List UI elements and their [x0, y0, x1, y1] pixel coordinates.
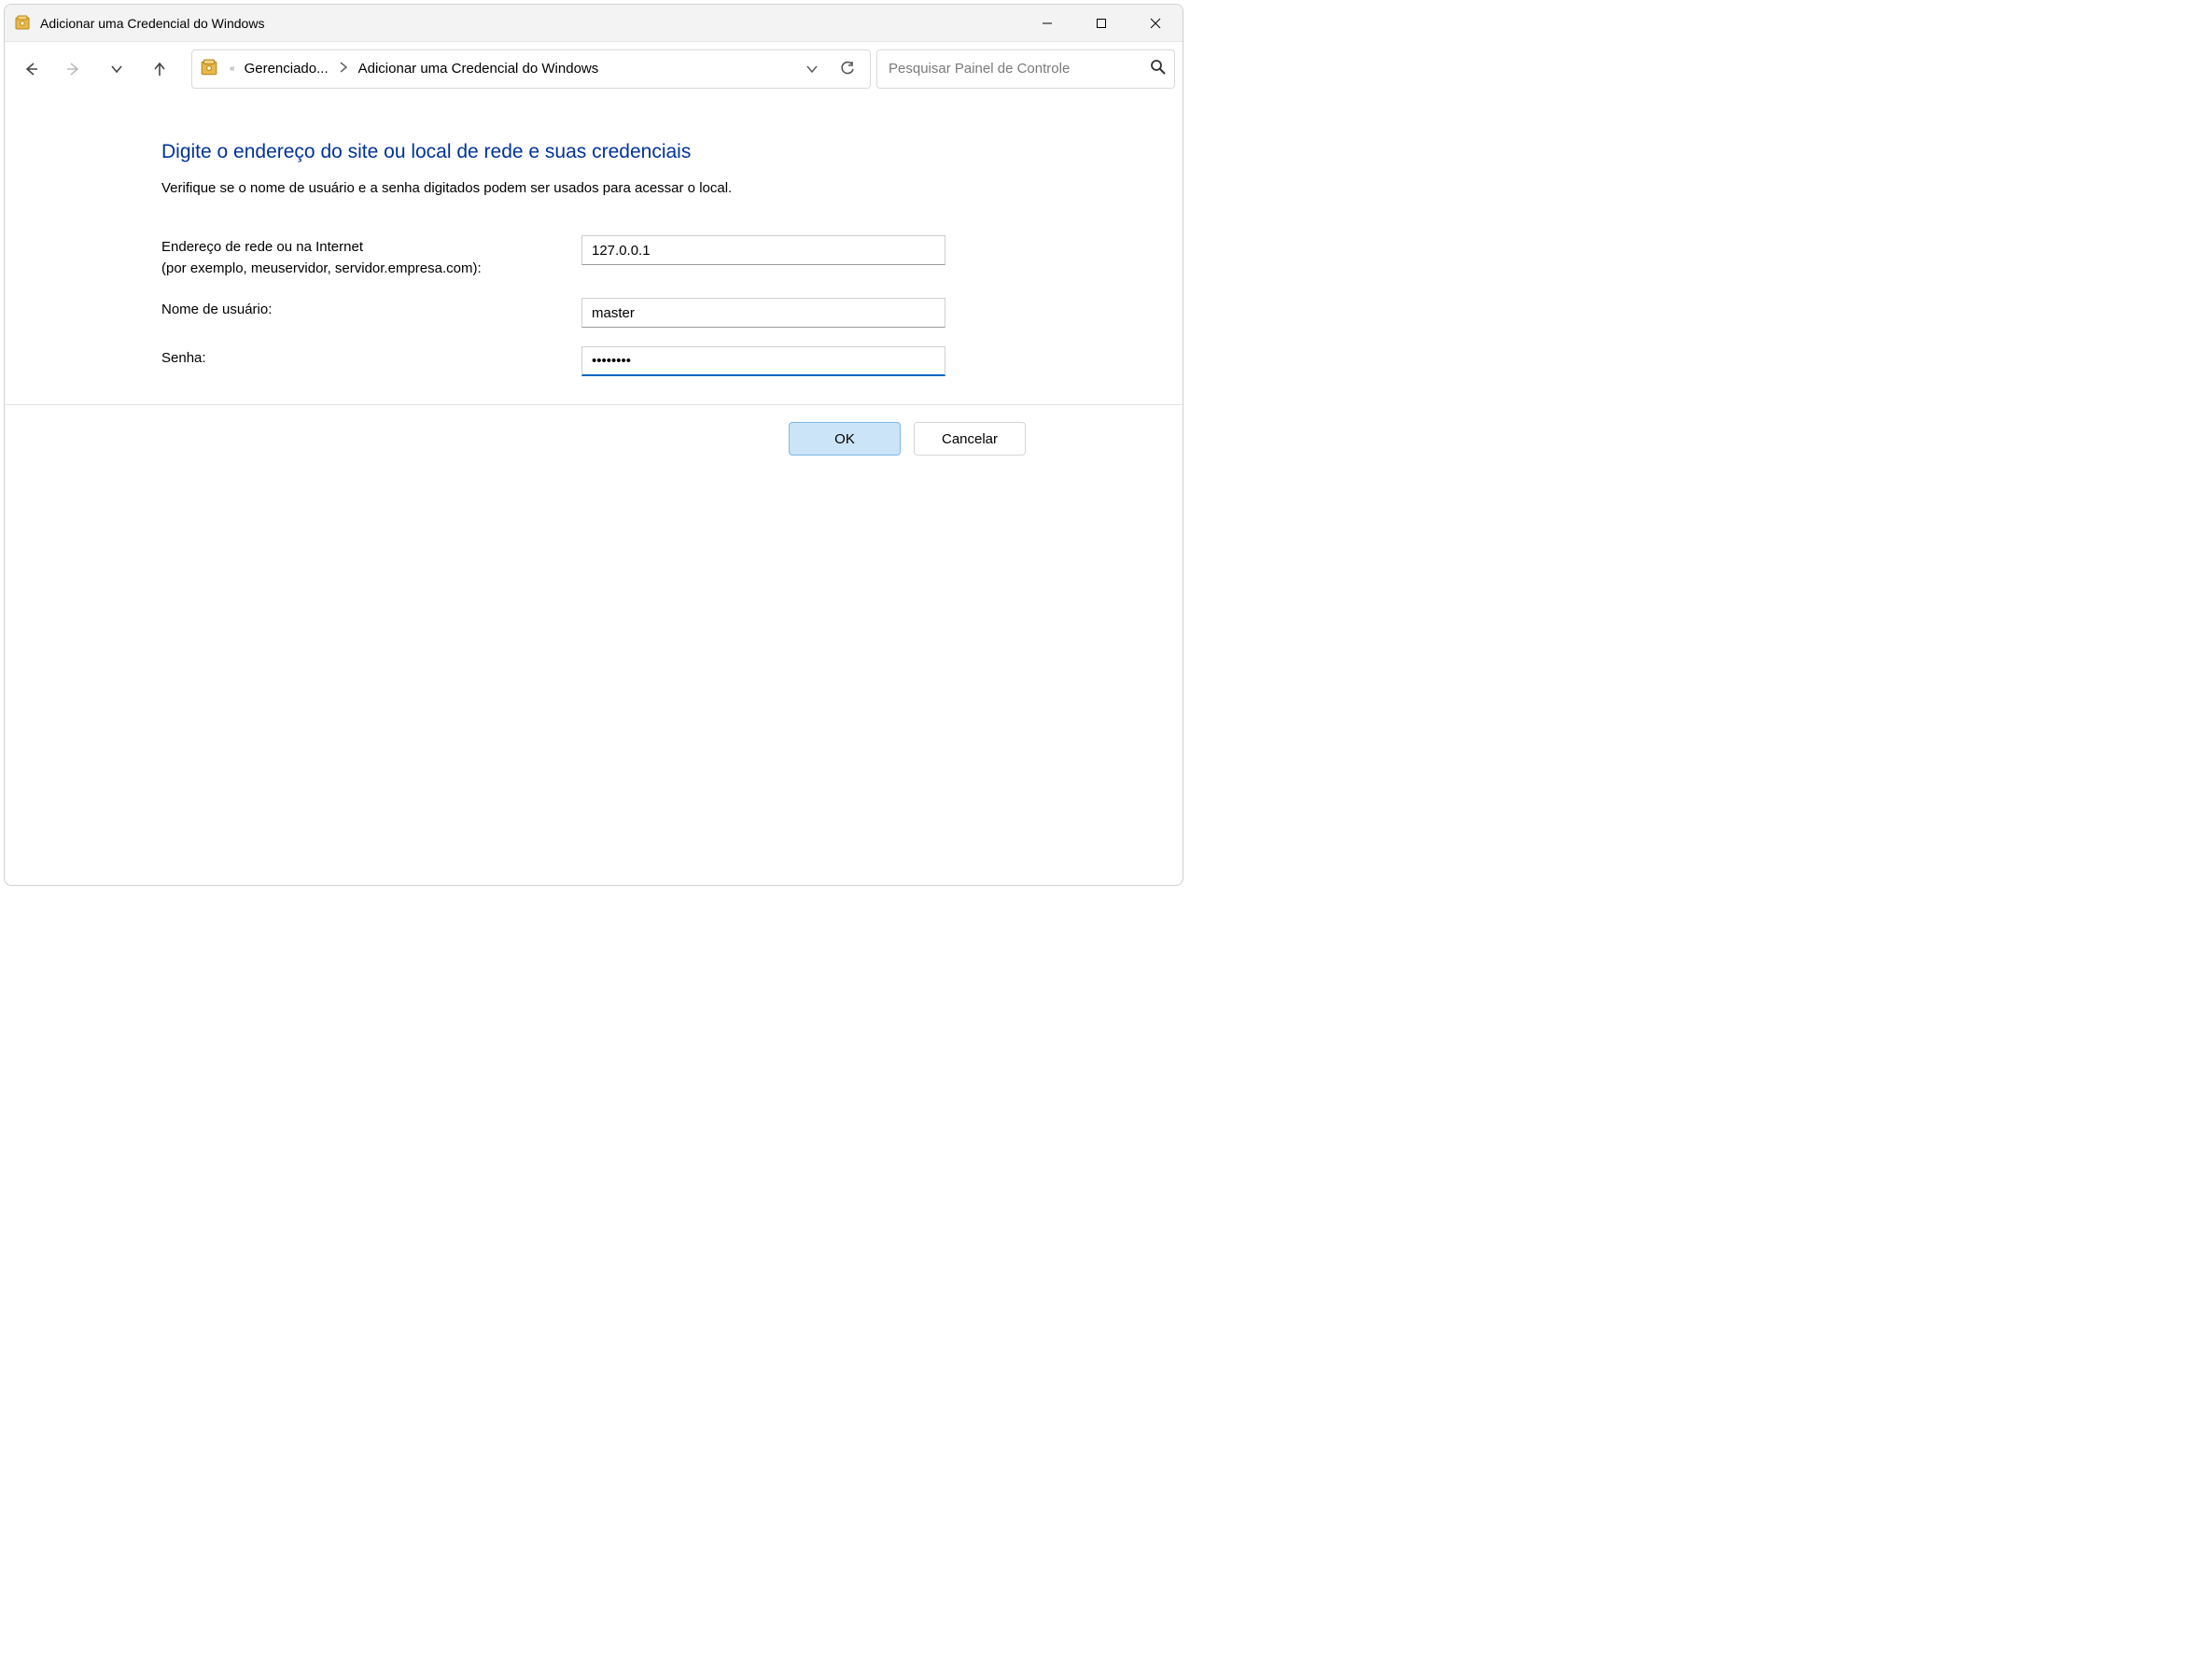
maximize-button[interactable]	[1074, 5, 1128, 41]
nav-forward-button[interactable]	[55, 50, 92, 88]
footer-actions: OK Cancelar	[5, 405, 1183, 456]
breadcrumb-root-separator: «	[230, 63, 235, 74]
titlebar: Adicionar uma Credencial do Windows	[5, 5, 1183, 42]
window-frame: Adicionar uma Credencial do Windows	[4, 4, 1183, 886]
window-controls	[1020, 5, 1183, 41]
ok-button[interactable]: OK	[789, 422, 901, 456]
address-label-line1: Endereço de rede ou na Internet	[161, 239, 363, 255]
username-input[interactable]	[581, 298, 945, 328]
toolbar: « Gerenciado... Adicionar uma Credencial…	[5, 42, 1183, 96]
address-input[interactable]	[581, 235, 945, 265]
refresh-button[interactable]	[831, 52, 864, 86]
username-label: Nome de usuário:	[161, 298, 570, 321]
credential-form: Endereço de rede ou na Internet (por exe…	[161, 235, 1183, 376]
address-label-line2: (por exemplo, meuservidor, servidor.empr…	[161, 260, 482, 276]
nav-back-button[interactable]	[12, 50, 49, 88]
chevron-right-icon[interactable]	[334, 62, 353, 76]
window-title: Adicionar uma Credencial do Windows	[40, 16, 264, 31]
nav-up-button[interactable]	[141, 50, 178, 88]
content-area: Digite o endereço do site ou local de re…	[5, 96, 1183, 885]
password-label: Senha:	[161, 346, 570, 370]
breadcrumb-parent[interactable]: Gerenciado...	[241, 57, 332, 80]
address-label: Endereço de rede ou na Internet (por exe…	[161, 235, 570, 279]
app-icon	[14, 15, 31, 32]
nav-recent-button[interactable]	[98, 50, 135, 88]
search-input[interactable]	[889, 61, 1142, 77]
cancel-button[interactable]: Cancelar	[914, 422, 1026, 456]
password-input[interactable]	[581, 346, 945, 376]
breadcrumb-current[interactable]: Adicionar uma Credencial do Windows	[355, 57, 603, 80]
page-subtext: Verifique se o nome de usuário e a senha…	[161, 180, 1183, 196]
minimize-button[interactable]	[1020, 5, 1074, 41]
search-icon[interactable]	[1150, 59, 1167, 79]
breadcrumb-icon	[200, 59, 220, 79]
address-bar[interactable]: « Gerenciado... Adicionar uma Credencial…	[191, 49, 871, 89]
content-scroll: Digite o endereço do site ou local de re…	[5, 96, 1183, 405]
search-box[interactable]	[876, 49, 1175, 89]
address-dropdown-button[interactable]	[795, 52, 829, 86]
page-heading: Digite o endereço do site ou local de re…	[161, 141, 1183, 163]
close-button[interactable]	[1128, 5, 1183, 41]
